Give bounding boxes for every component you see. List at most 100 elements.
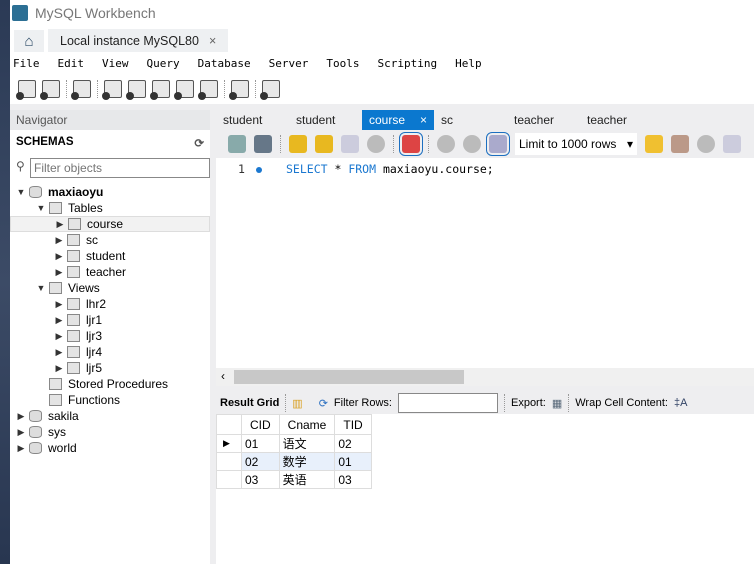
collapsed-arrow-icon[interactable]: ▶ [54,235,64,246]
cell[interactable]: 02 [334,434,372,453]
tab-course[interactable]: course × [362,110,434,130]
stop-icon[interactable] [367,135,385,153]
scrollbar-thumb[interactable] [234,370,464,384]
tab-teacher[interactable]: teacher [507,110,580,130]
home-button[interactable]: ⌂ [14,30,44,52]
connection-tab[interactable]: Local instance MySQL80 × [48,29,228,52]
create-table-icon[interactable] [126,80,146,100]
table-item-sc[interactable]: ▶ sc [10,232,210,248]
menu-query[interactable]: Query [147,57,180,70]
collapsed-arrow-icon[interactable]: ▶ [16,443,26,454]
expanded-arrow-icon[interactable]: ▼ [36,283,46,293]
execute-current-icon[interactable] [315,135,333,153]
view-item[interactable]: ▶ lhr2 [10,296,210,312]
collapsed-arrow-icon[interactable]: ▶ [54,363,64,374]
view-item[interactable]: ▶ ljr5 [10,360,210,376]
menu-scripting[interactable]: Scripting [377,57,437,70]
tab-student[interactable]: student [289,110,362,130]
wrap-cell-icon[interactable]: ‡A [674,397,687,409]
expanded-arrow-icon[interactable]: ▼ [36,203,46,213]
tab-teacher[interactable]: teacher [580,110,653,130]
view-item[interactable]: ▶ ljr4 [10,344,210,360]
cell[interactable]: 02 [241,452,280,471]
limit-rows-select[interactable]: Limit to 1000 rows ▾ [515,133,637,155]
add-snippet-star-icon[interactable] [645,135,663,153]
tab-sc[interactable]: sc [434,110,507,130]
cell[interactable]: 03 [241,470,280,489]
menu-help[interactable]: Help [455,57,482,70]
tables-folder[interactable]: ▼ Tables [10,200,210,216]
open-file-icon[interactable] [228,135,246,153]
schema-maxiaoyu[interactable]: ▼ maxiaoyu [10,184,210,200]
column-header[interactable]: TID [334,414,372,435]
explain-icon[interactable] [341,135,359,153]
filter-rows-input[interactable] [397,393,498,413]
cell[interactable]: 数学 [278,452,336,471]
form-view-icon[interactable]: ▥ [292,397,302,410]
collapsed-arrow-icon[interactable]: ▶ [54,347,64,358]
view-item[interactable]: ▶ ljr3 [10,328,210,344]
table-item-course[interactable]: ▶ course [10,216,210,232]
collapsed-arrow-icon[interactable]: ▶ [54,251,64,262]
toggle-stop-on-error-icon[interactable] [399,132,423,156]
close-icon[interactable]: × [209,34,216,48]
invisible-chars-icon[interactable] [723,135,741,153]
collapsed-arrow-icon[interactable]: ▶ [16,411,26,422]
functions-folder[interactable]: Functions [10,392,210,408]
menu-view[interactable]: View [102,57,129,70]
table-row[interactable]: ▶ 01 语文 02 [216,434,372,453]
collapsed-arrow-icon[interactable]: ▶ [54,315,64,326]
stored-procedures-folder[interactable]: Stored Procedures [10,376,210,392]
expanded-arrow-icon[interactable]: ▼ [16,187,26,197]
export-icon[interactable]: ▦ [552,397,562,410]
views-folder[interactable]: ▼ Views [10,280,210,296]
beautify-broom-icon[interactable] [671,135,689,153]
menu-edit[interactable]: Edit [58,57,85,70]
reconnect-icon[interactable] [260,80,280,100]
find-icon[interactable] [697,135,715,153]
create-function-icon[interactable] [198,80,218,100]
close-icon[interactable]: × [420,113,427,127]
commit-icon[interactable] [437,135,455,153]
cell[interactable]: 01 [334,452,372,471]
cell[interactable]: 03 [334,470,372,489]
collapsed-arrow-icon[interactable]: ▶ [54,267,64,278]
schema-sakila[interactable]: ▶ sakila [10,408,210,424]
cell[interactable]: 01 [241,434,280,453]
menu-database[interactable]: Database [198,57,251,70]
rollback-icon[interactable] [463,135,481,153]
horizontal-scrollbar[interactable]: ‹ [216,368,754,386]
create-procedure-icon[interactable] [174,80,194,100]
cell[interactable]: 语文 [278,434,336,453]
column-header[interactable]: Cname [278,414,336,435]
menu-tools[interactable]: Tools [326,57,359,70]
cell[interactable]: 英语 [278,470,336,489]
autocommit-icon[interactable] [486,132,510,156]
table-item-teacher[interactable]: ▶ teacher [10,264,210,280]
table-item-student[interactable]: ▶ student [10,248,210,264]
create-view-icon[interactable] [150,80,170,100]
column-header[interactable]: CID [241,414,280,435]
collapsed-arrow-icon[interactable]: ▶ [55,219,65,230]
sql-editor[interactable]: 1 SELECT * FROM maxiaoyu.course; [216,158,754,368]
view-item[interactable]: ▶ ljr1 [10,312,210,328]
table-row[interactable]: 02 数学 01 [216,452,372,471]
refresh-icon[interactable]: ⟳ [194,136,204,150]
new-sql-tab-icon[interactable] [16,80,36,100]
tab-student[interactable]: student [216,110,289,130]
execute-lightning-icon[interactable] [289,135,307,153]
save-icon[interactable] [254,135,272,153]
scroll-left-icon[interactable]: ‹ [221,369,225,383]
schema-sys[interactable]: ▶ sys [10,424,210,440]
inspector-icon[interactable] [71,80,91,100]
collapsed-arrow-icon[interactable]: ▶ [16,427,26,438]
filter-objects-input[interactable] [30,158,210,178]
menu-server[interactable]: Server [269,57,309,70]
schema-world[interactable]: ▶ world [10,440,210,456]
refresh-icon[interactable]: ⟳ [319,397,328,410]
search-table-data-icon[interactable] [229,80,249,100]
table-row[interactable]: 03 英语 03 [216,470,372,489]
menu-file[interactable]: File [13,57,40,70]
open-sql-script-icon[interactable] [40,80,60,100]
collapsed-arrow-icon[interactable]: ▶ [54,299,64,310]
